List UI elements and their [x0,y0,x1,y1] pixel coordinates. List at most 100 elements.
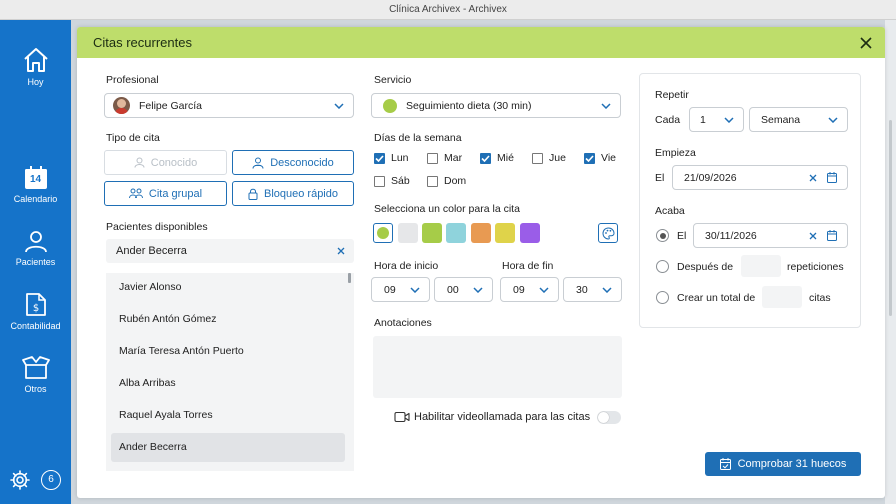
repeticiones-input[interactable] [741,255,781,277]
patient-search-input[interactable]: Ander Becerra [106,239,354,263]
anotaciones-textarea[interactable] [373,336,622,398]
service-color-dot [383,98,397,113]
sidebar: Hoy 14 Calendario Pacientes $ Contabilid… [0,20,71,504]
pacientes-label: Pacientes disponibles [106,221,208,233]
videollamada-label: Habilitar videollamada para las citas [414,411,591,423]
dialog-header: Citas recurrentes [77,27,885,58]
hora-inicio-minute-select[interactable]: 00 [434,277,493,302]
profesional-select[interactable]: Felipe García [104,93,354,118]
invoice-icon: $ [0,292,71,317]
group-icon [128,188,143,199]
cada-select[interactable]: 1 [689,107,744,132]
patient-list[interactable]: Javier Alonso Rubén Antón Gómez María Te… [106,273,354,471]
background-scrollbar [885,20,896,504]
tipo-bloqueo-rapido-button[interactable]: Bloqueo rápido [232,181,354,206]
sidebar-item-contabilidad[interactable]: $ Contabilidad [0,292,71,331]
chevron-down-icon [334,102,344,109]
radio-acaba-el[interactable] [656,229,669,242]
calendar-icon[interactable] [827,230,837,241]
checkbox-sab[interactable]: Sáb [374,175,410,187]
checkbox-jue[interactable]: Jue [532,152,566,164]
close-icon[interactable] [857,34,875,52]
profesional-label: Profesional [106,74,159,86]
user-icon [134,157,145,168]
radio-acaba-despues[interactable] [656,260,669,273]
notification-badge[interactable]: 6 [41,470,61,490]
list-item[interactable]: Rubén Antón Gómez [111,305,345,334]
chevron-down-icon [473,286,483,293]
home-icon [0,47,71,73]
videollamada-toggle[interactable] [597,411,621,424]
list-item[interactable]: Alba Arribas [111,369,345,398]
calendar-icon: 14 [24,166,48,190]
hora-fin-minute-select[interactable]: 30 [563,277,622,302]
servicio-value: Seguimiento dieta (30 min) [406,99,532,112]
radio-acaba-total[interactable] [656,291,669,304]
checkbox-mar[interactable]: Mar [427,152,462,164]
chevron-down-icon [602,286,612,293]
cada-label: Cada [655,114,681,126]
box-icon [0,356,71,380]
sidebar-item-calendario[interactable]: 14 Calendario [0,166,71,204]
tipo-desconocido-button[interactable]: Desconocido [232,150,354,175]
chevron-down-icon [724,116,734,123]
profesional-value: Felipe García [139,99,203,112]
unit-select[interactable]: Semana [749,107,848,132]
empieza-label: Empieza [655,147,696,159]
checkbox-vie[interactable]: Vie [584,152,616,164]
checkbox-mie[interactable]: Mié [480,152,514,164]
despues-label: Después de [677,261,734,273]
color-swatch[interactable] [495,223,515,243]
chevron-down-icon [601,102,611,109]
clear-icon[interactable] [809,174,817,182]
hora-inicio-hour-select[interactable]: 09 [371,277,430,302]
hora-fin-label: Hora de fin [502,260,554,272]
user-icon [0,229,71,253]
window-title: Clínica Archivex - Archivex [0,0,896,20]
empieza-date-input[interactable]: 21/09/2026 [672,165,848,190]
tipo-conocido-button[interactable]: Conocido [104,150,227,175]
palette-icon[interactable] [598,223,618,243]
comprobar-huecos-button[interactable]: Comprobar 31 huecos [705,452,861,476]
color-swatch[interactable] [398,223,418,243]
color-swatch-selected[interactable] [373,223,393,243]
color-swatch[interactable] [422,223,442,243]
list-item[interactable]: Javier Alonso [111,273,345,302]
list-item[interactable]: Raquel Ayala Torres [111,401,345,430]
dias-label: Días de la semana [374,132,462,144]
sidebar-item-label: Hoy [27,77,44,87]
hora-fin-hour-select[interactable]: 09 [500,277,559,302]
color-swatch[interactable] [446,223,466,243]
calendar-icon[interactable] [827,172,837,183]
sidebar-item-label: Contabilidad [10,321,61,331]
color-swatch[interactable] [520,223,540,243]
hora-inicio-label: Hora de inicio [374,260,439,272]
list-item[interactable]: María Teresa Antón Puerto [111,337,345,366]
avatar [113,97,130,114]
empieza-prefix: El [655,172,665,184]
checkbox-lun[interactable]: Lun [374,152,409,164]
checkbox-dom[interactable]: Dom [427,175,466,187]
dialog-title: Citas recurrentes [93,35,192,50]
sidebar-item-hoy[interactable]: Hoy [0,47,71,87]
video-camera-icon [394,411,410,423]
repeticiones-label: repeticiones [787,261,844,273]
acaba-date-input[interactable]: 30/11/2026 [693,223,848,248]
sidebar-item-otros[interactable]: Otros [0,356,71,394]
tipo-cita-grupal-button[interactable]: Cita grupal [104,181,227,206]
servicio-select[interactable]: Seguimiento dieta (30 min) [371,93,621,118]
incognito-user-icon [252,157,264,169]
chevron-down-icon [828,116,838,123]
total-citas-input[interactable] [762,286,802,308]
list-item-selected[interactable]: Ander Becerra [111,433,345,462]
settings-icon[interactable] [10,470,30,490]
clear-icon[interactable] [809,232,817,240]
clear-icon[interactable] [337,247,345,255]
color-swatch[interactable] [471,223,491,243]
sidebar-item-pacientes[interactable]: Pacientes [0,229,71,267]
list-scrollbar[interactable] [348,273,351,283]
servicio-label: Servicio [374,74,412,86]
lock-icon [248,188,258,200]
color-label: Selecciona un color para la cita [374,203,520,215]
recurrence-panel: Repetir Cada 1 Semana Empieza El 21/09/2… [639,73,861,328]
